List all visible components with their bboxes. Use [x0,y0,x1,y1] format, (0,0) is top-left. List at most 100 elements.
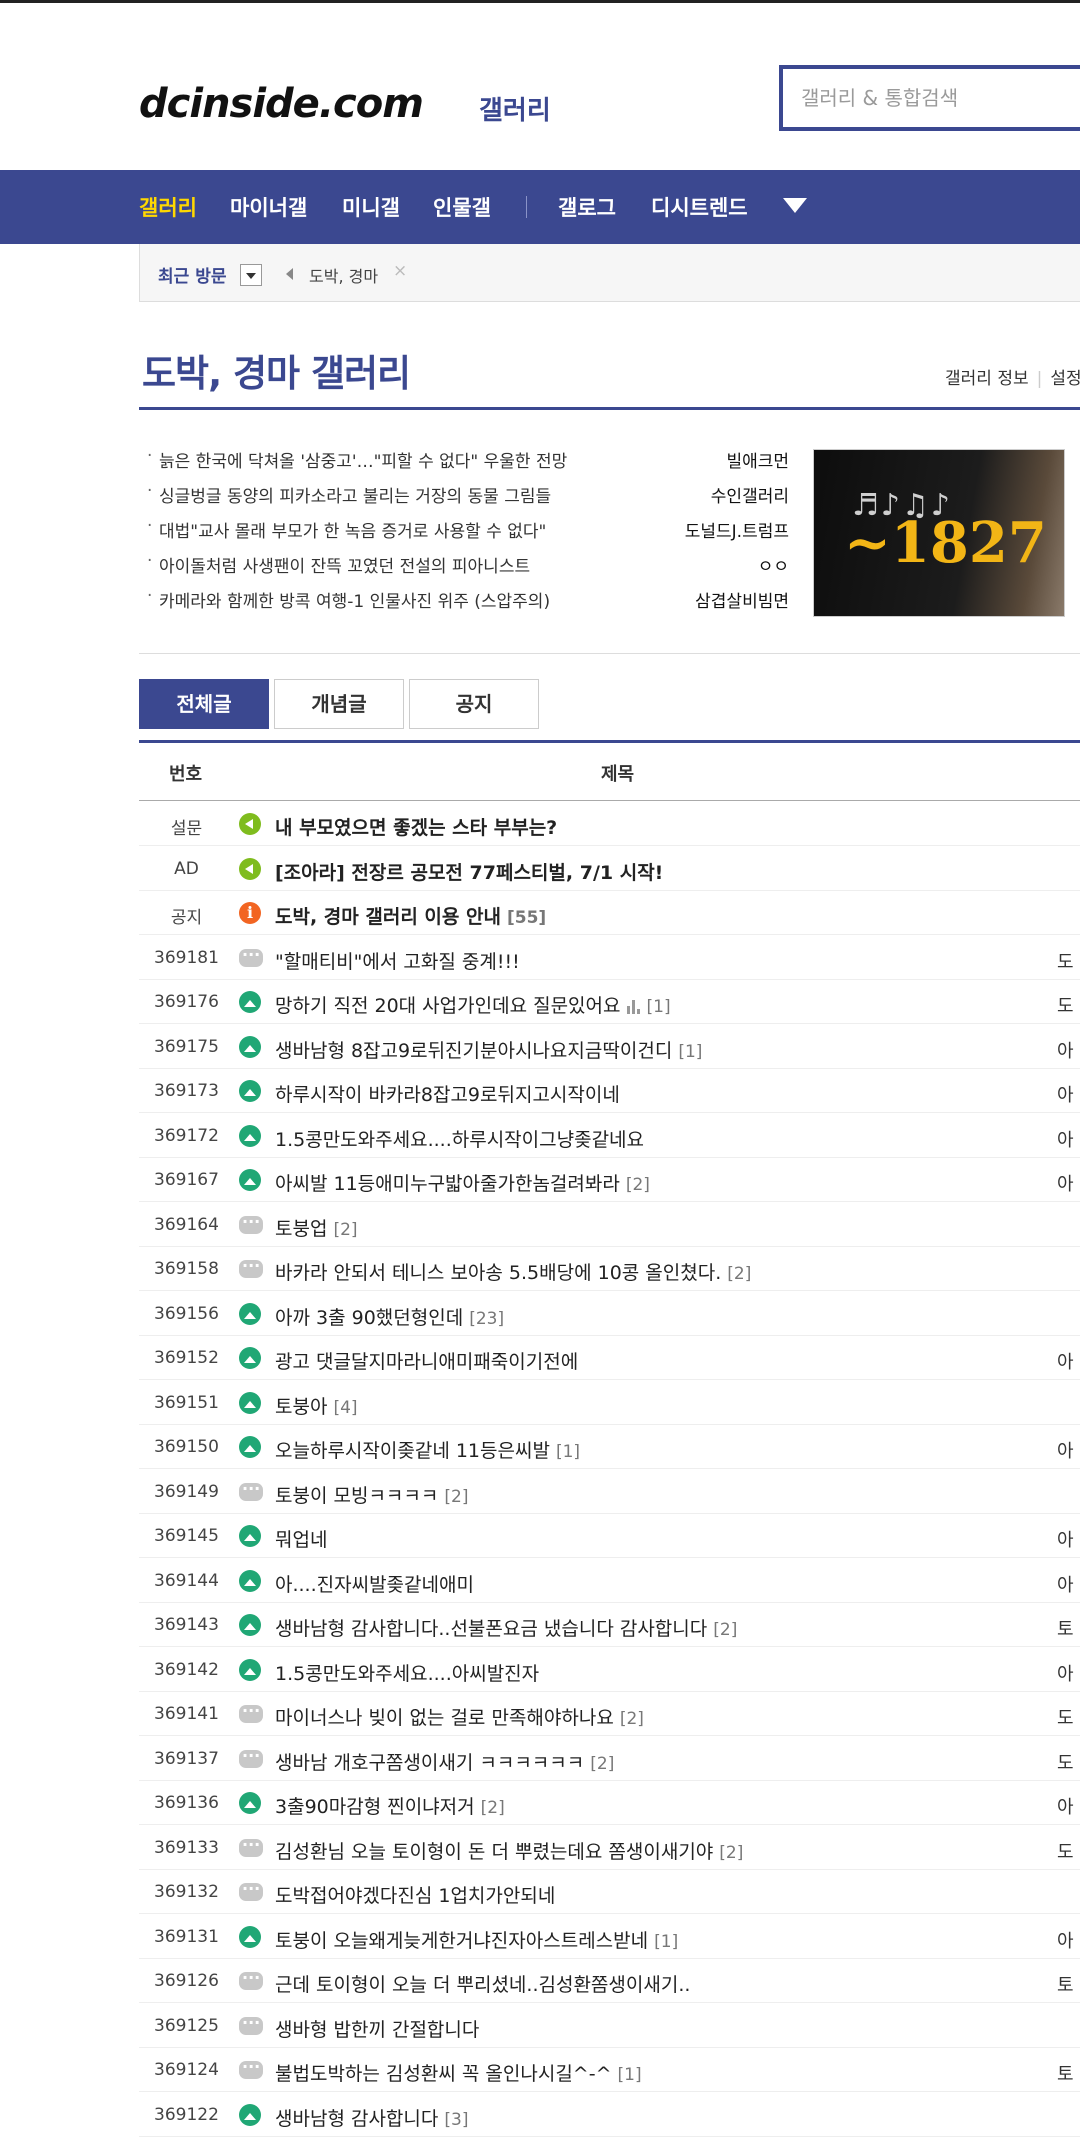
table-row[interactable]: 369141 마이너스나 빚이 없는 걸로 만족해야하나요 [2] 도 [139,1692,1080,1736]
table-row[interactable]: 369144 아....진자씨발좆같네애미 아 [139,1559,1080,1603]
post-subject[interactable]: 하루시작이 바카라8잡고9로뒤지고시작이네 [275,1080,620,1107]
post-title[interactable]: 뭐업네 [275,1529,327,1551]
post-title[interactable]: 불법도박하는 김성환씨 꼭 올인나시길^-^ [275,2063,612,2085]
post-subject[interactable]: 뭐업네 [275,1525,327,1552]
post-subject[interactable]: 아씨발 11등애미누구밟아줄가한놈걸려봐라 [2] [275,1169,650,1196]
post-author[interactable]: 토 [1057,1615,1074,1641]
news-source[interactable]: 빌애크먼 [726,447,789,472]
news-title[interactable]: 싱글벙글 동양의 피카소라고 불리는 거장의 동물 그림들 [159,482,551,507]
post-title[interactable]: 생바남형 8잡고9로뒤진기분아시나요지금딱이건디 [275,1040,672,1062]
post-author[interactable]: 토 [1057,2060,1074,2086]
nav-item-mini-gallery[interactable]: 미니갤 [342,192,400,222]
post-author[interactable]: 아 [1057,1927,1074,1953]
table-row[interactable]: 369132 도박접어야겠다진심 1업치가안되네 [139,1870,1080,1914]
gallery-info-link[interactable]: 갤러리 정보 [945,369,1029,389]
post-author[interactable]: 토 [1057,1971,1074,1997]
recent-dropdown-icon[interactable] [240,264,262,286]
post-title[interactable]: 하루시작이 바카라8잡고9로뒤지고시작이네 [275,1084,620,1106]
comment-count[interactable]: [55] [507,908,546,928]
post-author[interactable]: 도 [1057,948,1074,974]
table-row[interactable]: 369126 근데 토이형이 오늘 더 뿌리셨네..김성환쫌생이새기.. 토 [139,1959,1080,2003]
table-row[interactable]: 369176 망하기 직전 20대 사업가인데요 질문있어요 [1] 도 [139,980,1080,1024]
post-author[interactable]: 도 [1057,1704,1074,1730]
comment-count[interactable]: [3] [444,2110,468,2130]
post-title[interactable]: 아....진자씨발좆같네애미 [275,1574,474,1596]
tab-all[interactable]: 전체글 [139,679,269,729]
news-item[interactable]: · 아이돌처럼 사생팬이 잔뜩 꼬였던 전설의 피아니스트 ㅇㅇ [139,549,799,583]
comment-count[interactable]: [4] [333,1398,357,1418]
news-source[interactable]: 삼겹살비빔면 [695,587,789,612]
news-source[interactable]: 도널드J.트럼프 [685,517,789,542]
news-title[interactable]: 아이돌처럼 사생팬이 잔뜩 꼬였던 전설의 피아니스트 [159,552,530,577]
post-title[interactable]: 바카라 안되서 테니스 보아송 5.5배당에 10콩 올인쳤다. [275,1262,721,1284]
comment-count[interactable]: [2] [719,1843,743,1863]
post-subject[interactable]: 생바형 밥한끼 간절합니다 [275,2015,479,2042]
table-row[interactable]: 369131 토붕이 오늘왜게늦게한거냐진자아스트레스받네 [1] 아 [139,1915,1080,1959]
news-item[interactable]: · 대법"교사 몰래 부모가 한 녹음 증거로 사용할 수 없다" 도널드J.트… [139,514,799,548]
post-title[interactable]: 근데 토이형이 오늘 더 뿌리셨네..김성환쫌생이새기.. [275,1974,690,1996]
nav-item-gallery[interactable]: 갤러리 [139,192,197,222]
gallery-logo-label[interactable]: 갤러리 [479,90,551,127]
news-source[interactable]: 수인갤러리 [711,482,789,507]
post-title[interactable]: 생바남 개호구쫌생이새기 ㅋㅋㅋㅋㅋㅋ [275,1752,584,1774]
post-title[interactable]: 생바남형 감사합니다..선불폰요금 냈습니다 감사합니다 [275,1618,707,1640]
table-row[interactable]: 369167 아씨발 11등애미누구밟아줄가한놈걸려봐라 [2] 아 [139,1158,1080,1202]
table-row[interactable]: 369156 아까 3출 90했던형인데 [23] [139,1292,1080,1336]
table-row[interactable]: 369133 김성환님 오늘 토이형이 돈 더 뿌렸는데요 쫌생이새기야 [2] 도 [139,1826,1080,1870]
table-row[interactable]: 369158 바카라 안되서 테니스 보아송 5.5배당에 10콩 올인쳤다. [2… [139,1247,1080,1291]
post-title[interactable]: 김성환님 오늘 토이형이 돈 더 뿌렸는데요 쫌생이새기야 [275,1841,713,1863]
news-title[interactable]: 늙은 한국에 닥쳐올 '삼중고'…"피할 수 없다" 우울한 전망 [159,447,567,472]
post-title[interactable]: 토붕이 모빙ㅋㅋㅋㅋ [275,1485,438,1507]
post-subject[interactable]: 마이너스나 빚이 없는 걸로 만족해야하나요 [2] [275,1703,644,1730]
post-author[interactable]: 아 [1057,1037,1074,1063]
post-title[interactable]: 토붕이 오늘왜게늦게한거냐진자아스트레스받네 [275,1930,648,1952]
post-subject[interactable]: 1.5콩만도와주세요....하루시작이그냥좆같네요 [275,1125,644,1152]
comment-count[interactable]: [2] [444,1487,468,1507]
post-title[interactable]: 내 부모였으면 좋겠는 스타 부부는? [275,817,557,839]
post-title[interactable]: 1.5콩만도와주세요....아씨발진자 [275,1663,539,1685]
post-title[interactable]: 광고 댓글달지마라니애미패죽이기전에 [275,1351,578,1373]
post-title[interactable]: 생바남형 감사합니다 [275,2108,438,2130]
post-subject[interactable]: 김성환님 오늘 토이형이 돈 더 뿌렸는데요 쫌생이새기야 [2] [275,1837,743,1864]
post-subject[interactable]: 도박접어야겠다진심 1업치가안되네 [275,1881,555,1908]
post-author[interactable]: 아 [1057,1348,1074,1374]
nav-item-dc-trend[interactable]: 디시트렌드 [651,192,748,222]
post-title[interactable]: 1.5콩만도와주세요....하루시작이그냥좆같네요 [275,1129,644,1151]
table-row[interactable]: 369151 토붕아 [4] [139,1381,1080,1425]
table-row[interactable]: 369145 뭐업네 아 [139,1514,1080,1558]
search-input[interactable] [783,69,1080,127]
post-subject[interactable]: 아....진자씨발좆같네애미 [275,1570,474,1597]
table-row[interactable]: 369150 오늘하루시작이좆같네 11등은씨발 [1] 아 [139,1425,1080,1469]
post-author[interactable]: 아 [1057,1437,1074,1463]
comment-count[interactable]: [1] [556,1442,580,1462]
table-row[interactable]: 369173 하루시작이 바카라8잡고9로뒤지고시작이네 아 [139,1069,1080,1113]
comment-count[interactable]: [2] [620,1709,644,1729]
table-row[interactable]: 369172 1.5콩만도와주세요....하루시작이그냥좆같네요 아 [139,1114,1080,1158]
comment-count[interactable]: [2] [333,1220,357,1240]
post-subject[interactable]: 생바남형 8잡고9로뒤진기분아시나요지금딱이건디 [1] [275,1036,702,1063]
post-author[interactable]: 아 [1057,1526,1074,1552]
recent-item-close-icon[interactable]: × [393,261,407,281]
post-subject[interactable]: 오늘하루시작이좆같네 11등은씨발 [1] [275,1436,580,1463]
comment-count[interactable]: [1] [647,997,671,1017]
nav-item-minor-gallery[interactable]: 마이너갤 [230,192,307,222]
post-author[interactable]: 도 [1057,992,1074,1018]
post-title[interactable]: 토붕아 [275,1396,327,1418]
news-item[interactable]: · 싱글벙글 동양의 피카소라고 불리는 거장의 동물 그림들 수인갤러리 [139,479,799,513]
post-subject[interactable]: 내 부모였으면 좋겠는 스타 부부는? [275,813,557,840]
comment-count[interactable]: [23] [469,1309,504,1329]
table-row[interactable]: 369149 토붕이 모빙ㅋㅋㅋㅋ [2] [139,1470,1080,1514]
comment-count[interactable]: [2] [626,1175,650,1195]
post-subject[interactable]: 1.5콩만도와주세요....아씨발진자 [275,1659,539,1686]
table-row[interactable]: 369122 생바남형 감사합니다 [3] [139,2093,1080,2137]
table-row[interactable]: 369136 3출90마감형 찐이냐저거 [2] 아 [139,1781,1080,1825]
comment-count[interactable]: [1] [678,1042,702,1062]
nav-more-arrow-icon[interactable] [783,198,807,213]
post-title[interactable]: 오늘하루시작이좆같네 11등은씨발 [275,1440,550,1462]
post-author[interactable]: 아 [1057,1660,1074,1686]
post-subject[interactable]: 도박, 경마 갤러리 이용 안내 [55] [275,902,546,929]
post-subject[interactable]: 토붕이 오늘왜게늦게한거냐진자아스트레스받네 [1] [275,1926,678,1953]
news-title[interactable]: 대법"교사 몰래 부모가 한 녹음 증거로 사용할 수 없다" [159,517,546,542]
tab-notice[interactable]: 공지 [409,679,539,729]
table-row[interactable]: 369152 광고 댓글달지마라니애미패죽이기전에 아 [139,1336,1080,1380]
